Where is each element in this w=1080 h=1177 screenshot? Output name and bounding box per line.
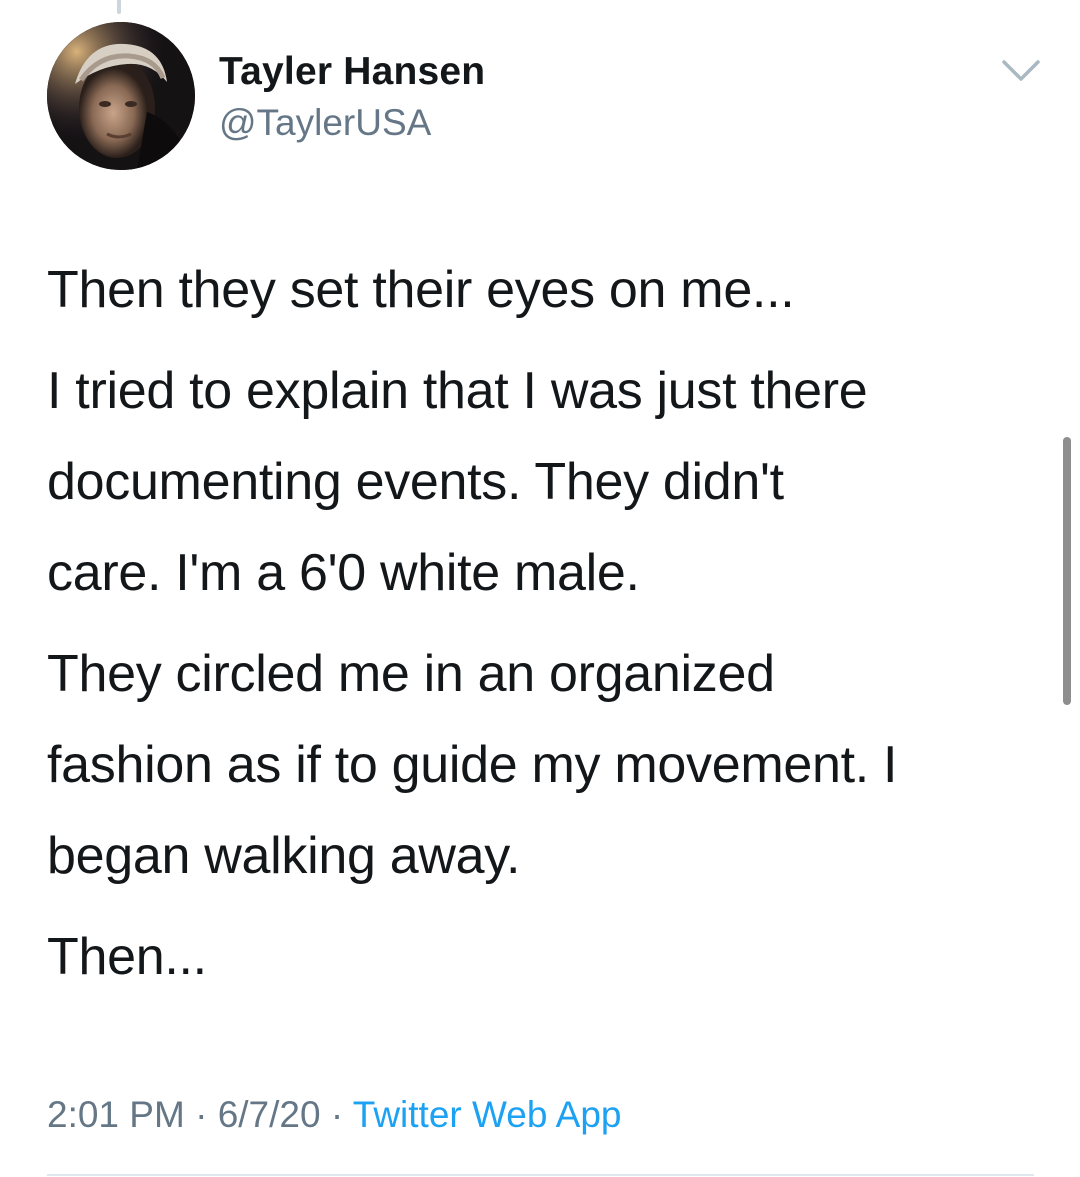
tweet-paragraph: I tried to explain that I was just there… [47, 362, 868, 602]
avatar[interactable] [47, 22, 195, 170]
thread-connector-line [117, 0, 121, 14]
tweet-paragraph: Then... [47, 928, 207, 986]
tweet-metadata: 2:01 PM · 6/7/20 · Twitter Web App [47, 1090, 622, 1140]
tweet-text: Then they set their eyes on me... I trie… [47, 245, 1047, 1013]
tweet-source-link[interactable]: Twitter Web App [353, 1094, 622, 1135]
avatar-photo-icon [47, 22, 195, 170]
tweet-time[interactable]: 2:01 PM [47, 1094, 185, 1135]
author-name[interactable]: Tayler Hansen [219, 50, 485, 94]
author-handle[interactable]: @TaylerUSA [219, 101, 431, 145]
chevron-down-icon[interactable] [998, 52, 1044, 88]
meta-separator: · [184, 1094, 218, 1135]
scrollbar-thumb[interactable] [1063, 437, 1071, 705]
tweet-paragraph: They circled me in an organized fashion … [47, 645, 898, 885]
tweet-paragraph: Then they set their eyes on me... [47, 261, 795, 319]
meta-separator: · [320, 1094, 353, 1135]
tweet-date[interactable]: 6/7/20 [218, 1094, 321, 1135]
divider [47, 1174, 1034, 1176]
